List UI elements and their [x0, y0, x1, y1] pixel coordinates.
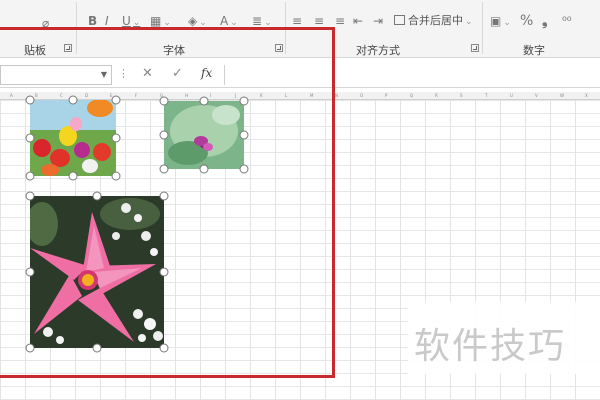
ribbon-divider — [482, 2, 483, 54]
group-label-alignment: 对齐方式 — [356, 44, 400, 57]
column-header[interactable]: X — [585, 92, 588, 100]
increase-decimal-icon[interactable]: ⁰⁰ — [562, 12, 572, 30]
column-header[interactable]: U — [510, 92, 513, 100]
decrease-indent-icon[interactable]: ⇤ — [353, 12, 363, 30]
group-label-number: 数字 — [523, 44, 545, 57]
column-header[interactable]: R — [435, 92, 438, 100]
merge-center-button[interactable]: 合并后居中 — [394, 12, 473, 30]
column-header[interactable]: O — [360, 92, 363, 100]
watermark-text: 软件技巧 — [414, 326, 567, 367]
column-header[interactable]: T — [485, 92, 487, 100]
percent-button[interactable]: % — [520, 12, 533, 30]
column-header[interactable]: V — [535, 92, 538, 100]
comma-style-button[interactable]: ❟ — [542, 12, 548, 30]
merge-center-label: 合并后居中 — [408, 14, 463, 27]
align-right-icon[interactable]: ≡ — [335, 12, 345, 30]
watermark: 软件技巧 — [408, 302, 600, 374]
increase-indent-icon[interactable]: ⇥ — [373, 12, 383, 30]
merge-icon — [394, 15, 405, 25]
column-header[interactable]: Q — [410, 92, 413, 100]
column-header[interactable]: W — [560, 92, 564, 100]
highlight-frame — [0, 27, 335, 378]
column-header[interactable]: N — [335, 92, 338, 100]
column-header[interactable]: S — [460, 92, 463, 100]
alignment-launcher-icon[interactable] — [471, 44, 479, 52]
column-header[interactable]: P — [385, 92, 387, 100]
number-format-icon[interactable]: ▣ — [490, 12, 511, 30]
